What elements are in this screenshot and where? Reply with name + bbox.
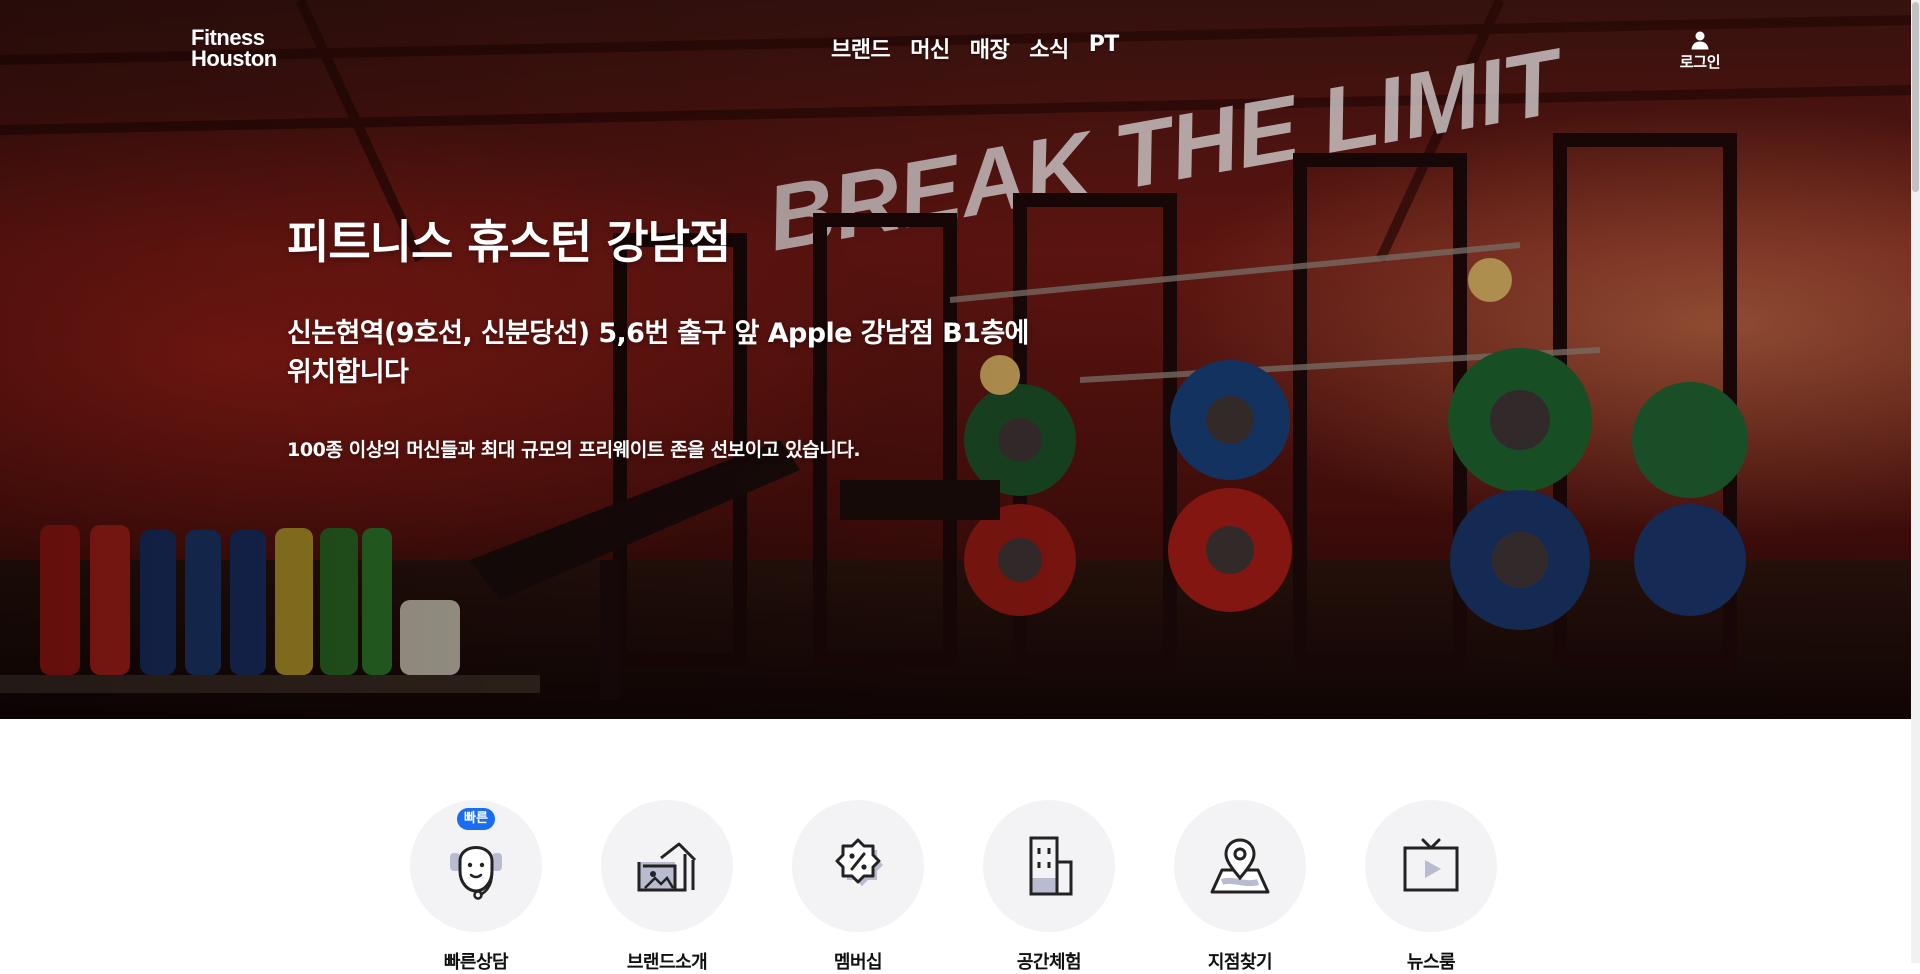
brand-house-icon [637, 842, 697, 892]
discount-badge-icon [835, 838, 883, 886]
hero-section: BREAK THE LIMIT [0, 0, 1911, 719]
page-scrollbar[interactable] [1911, 0, 1920, 963]
tv-play-icon [1403, 838, 1459, 892]
quick-menu-item-consult[interactable]: 빠른 빠른상담 [410, 800, 542, 974]
hero-description: 100종 이상의 머신들과 최대 규모의 프리웨이트 존을 선보이고 있습니다. [287, 439, 861, 461]
headset-agent-icon [450, 846, 502, 900]
quick-menu-label: 브랜드소개 [626, 952, 708, 973]
nav-item-machine[interactable]: 머신 [910, 32, 950, 64]
quick-menu-item-newsroom[interactable]: 뉴스룸 [1365, 800, 1497, 974]
quick-menu-circle [601, 800, 733, 932]
quick-menu-item-space[interactable]: 공간체험 [983, 800, 1115, 974]
quick-menu-label: 멤버십 [833, 952, 883, 973]
quick-menu-label: 공간체험 [1016, 952, 1082, 973]
hero-subtitle: 신논현역(9호선, 신분당선) 5,6번 출구 앞 Apple 강남점 B1층에… [287, 318, 1029, 388]
hero-text-block: 피트니스 휴스턴 강남점 신논현역(9호선, 신분당선) 5,6번 출구 앞 A… [287, 212, 1067, 462]
nav-item-store[interactable]: 매장 [970, 32, 1010, 64]
quick-consult-badge: 빠른 [457, 808, 495, 830]
hero-title: 피트니스 휴스턴 강남점 [287, 215, 731, 269]
map-pin-icon [1210, 838, 1270, 894]
quick-menu-circle [1365, 800, 1497, 932]
nav-item-news[interactable]: 소식 [1029, 32, 1069, 64]
logo-line-2: Houston [191, 46, 277, 71]
quick-menu-label: 빠른상담 [443, 952, 509, 973]
nav-item-pt[interactable]: PT [1089, 32, 1120, 64]
nav-item-brand[interactable]: 브랜드 [831, 32, 891, 64]
quick-menu-circle [983, 800, 1115, 932]
building-icon [1029, 836, 1073, 896]
quick-menu-item-brand[interactable]: 브랜드소개 [601, 800, 733, 974]
site-header: Fitness Houston 브랜드 머신 매장 소식 PT 로그인 [0, 0, 1911, 100]
login-button[interactable]: 로그인 [1670, 30, 1730, 72]
main-nav: 브랜드 머신 매장 소식 PT [831, 32, 1119, 64]
user-icon [1691, 31, 1709, 50]
quick-menu-circle [792, 800, 924, 932]
quick-menu-item-membership[interactable]: 멤버십 [792, 800, 924, 974]
quick-menu-label: 지점찾기 [1207, 952, 1273, 973]
quick-menu-label: 뉴스룸 [1406, 952, 1456, 973]
login-label: 로그인 [1679, 53, 1721, 71]
logo-line-1: Fitness [191, 25, 265, 50]
quick-menu-item-find-store[interactable]: 지점찾기 [1174, 800, 1306, 974]
scrollbar-thumb[interactable] [1912, 2, 1919, 192]
site-logo[interactable]: Fitness Houston [191, 25, 277, 71]
quick-menu: 빠른 빠른상담 브랜드소개 멤버십 공간체험 지점찾기 뉴스룸 [410, 800, 1497, 974]
quick-menu-circle [1174, 800, 1306, 932]
